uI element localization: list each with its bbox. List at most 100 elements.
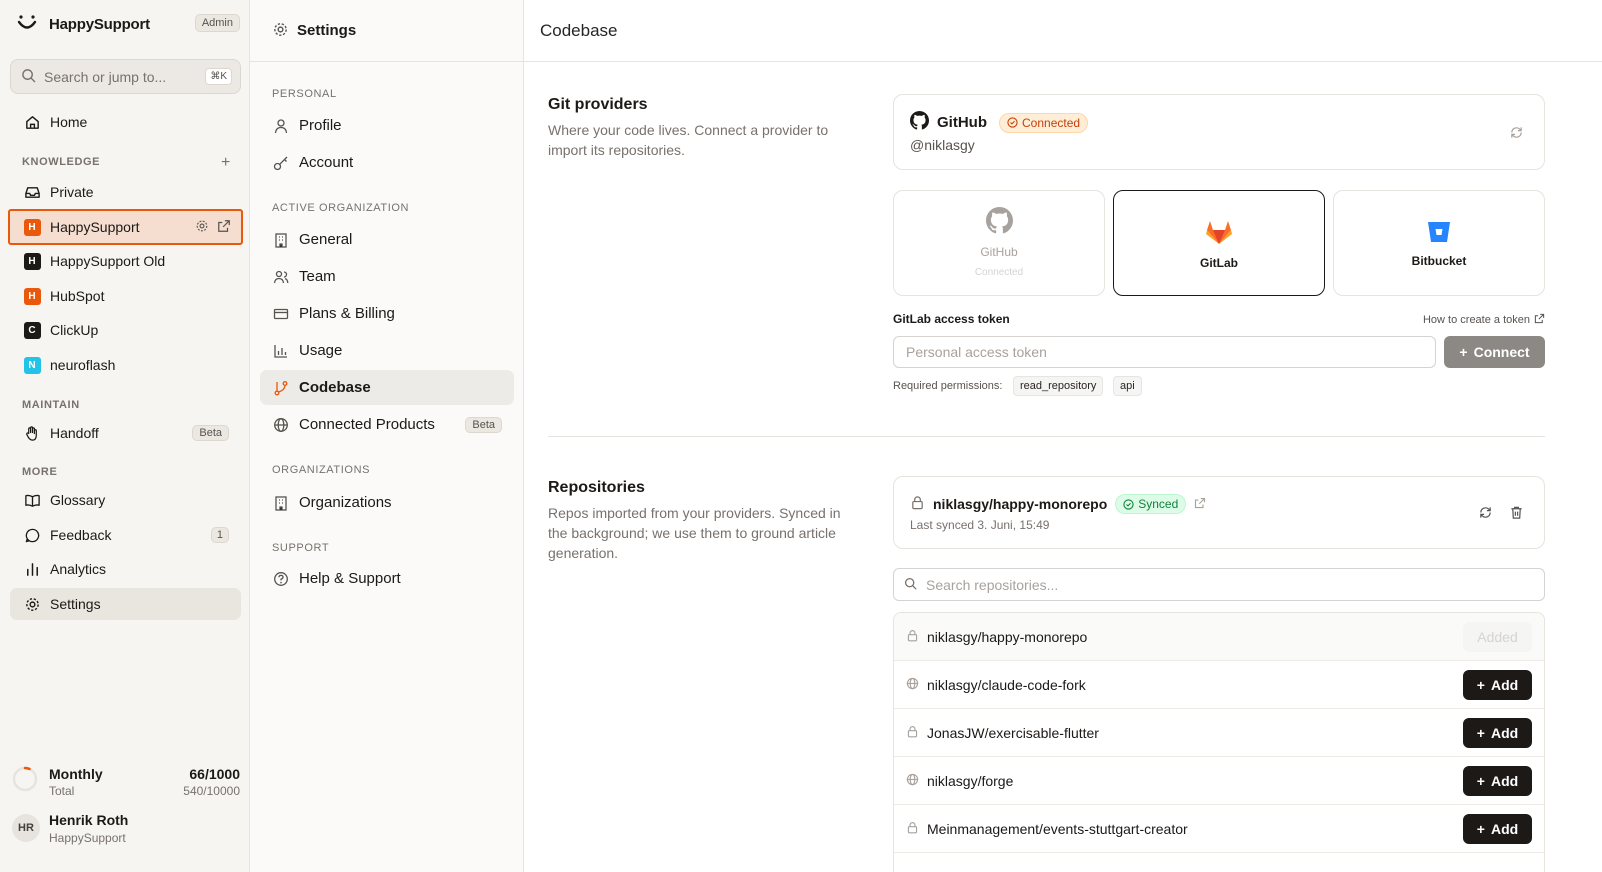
- more-label: MORE: [22, 466, 58, 478]
- usage-value: 66/1000: [189, 766, 240, 782]
- nav-feedback-label: Feedback: [50, 527, 112, 543]
- settings-item-account[interactable]: Account: [260, 145, 514, 180]
- kb-initial-icon: H: [23, 218, 41, 236]
- kb-neuroflash[interactable]: N neuroflash: [10, 349, 241, 381]
- repositories-title: Repositories: [548, 479, 645, 496]
- token-input[interactable]: Personal access token: [893, 336, 1436, 368]
- kb-initial-icon: H: [23, 252, 41, 270]
- refresh-icon[interactable]: [1478, 505, 1493, 523]
- settings-item-team[interactable]: Team: [260, 259, 514, 294]
- help-circle-icon: [272, 570, 290, 588]
- connected-status-label: Connected: [1022, 115, 1081, 130]
- lock-icon: [910, 495, 925, 513]
- kb-initial-icon: N: [23, 356, 41, 374]
- bitbucket-icon: [1427, 221, 1451, 246]
- user-menu[interactable]: HR Henrik Roth HappySupport: [12, 811, 240, 847]
- add-knowledge-plus-icon[interactable]: +: [221, 155, 230, 171]
- kb-happysupport-old[interactable]: H HappySupport Old: [10, 245, 241, 277]
- nav-settings[interactable]: Settings: [10, 588, 241, 620]
- token-help-link-label: How to create a token: [1422, 314, 1530, 326]
- external-link-icon[interactable]: [217, 219, 231, 236]
- add-repo-button[interactable]: + Add: [1463, 813, 1532, 844]
- repo-search-placeholder: Search repositories...: [926, 576, 1059, 593]
- main-content: Codebase Git providers Where your code l…: [524, 0, 1602, 872]
- settings-item-connected-products[interactable]: Connected Products Beta: [260, 407, 514, 442]
- settings-item-general[interactable]: General: [260, 222, 514, 257]
- provider-bitbucket[interactable]: Bitbucket: [1333, 190, 1545, 296]
- settings-item-label: Usage: [299, 342, 343, 359]
- nav-glossary[interactable]: Glossary: [10, 484, 241, 516]
- building-icon: [272, 494, 290, 512]
- kb-happysupport[interactable]: H HappySupport: [8, 209, 243, 245]
- add-repo-button[interactable]: + Add: [1463, 765, 1532, 796]
- repo-name: niklasgy/happy-monorepo: [927, 628, 1088, 645]
- kb-clickup[interactable]: C ClickUp: [10, 314, 241, 346]
- provider-github: GitHub Connected: [893, 190, 1105, 296]
- settings-item-label: Codebase: [299, 379, 371, 396]
- role-badge: Admin: [194, 14, 240, 32]
- support-label: SUPPORT: [272, 542, 330, 554]
- repo-search-input[interactable]: Search repositories...: [893, 568, 1545, 601]
- add-repo-button[interactable]: + Add: [1463, 717, 1532, 748]
- usage-title: Monthly: [49, 766, 103, 782]
- github-icon: [985, 207, 1013, 237]
- inbox-icon: [22, 182, 42, 202]
- nav-handoff[interactable]: Handoff Beta: [10, 417, 241, 449]
- gear-icon: [22, 594, 42, 614]
- lock-icon: [906, 629, 919, 645]
- book-icon: [22, 490, 42, 510]
- kb-label: HubSpot: [50, 288, 105, 304]
- provider-label: Bitbucket: [1411, 254, 1467, 268]
- connected-provider-name: GitHub: [937, 114, 987, 131]
- beta-badge: Beta: [192, 425, 229, 441]
- settings-item-usage[interactable]: Usage: [260, 333, 514, 368]
- token-help-link[interactable]: How to create a token: [1423, 313, 1545, 327]
- credit-card-icon: [272, 305, 290, 323]
- add-repo-label: Add: [1490, 724, 1519, 741]
- settings-item-help[interactable]: Help & Support: [260, 561, 514, 596]
- usage-subtitle: Total: [49, 784, 75, 798]
- trash-icon[interactable]: [1509, 505, 1524, 523]
- app-name: HappySupport: [49, 15, 150, 33]
- nav-private-label: Private: [50, 184, 94, 200]
- settings-item-label: General: [299, 231, 353, 248]
- nav-home[interactable]: Home: [10, 106, 241, 138]
- repo-name: niklasgy/claude-code-fork: [927, 676, 1086, 693]
- kb-hubspot[interactable]: H HubSpot: [10, 280, 241, 312]
- settings-item-codebase[interactable]: Codebase: [260, 370, 514, 405]
- connect-button[interactable]: + Connect: [1444, 336, 1545, 368]
- list-item: JonasJW/exercisable-flutter + Add: [894, 709, 1544, 757]
- search-icon: [904, 577, 917, 593]
- feedback-count-badge: 1: [210, 527, 229, 543]
- settings-header: Settings: [250, 0, 523, 62]
- search-box[interactable]: Search or jump to... ⌘K: [10, 59, 241, 94]
- usage-total: 540/10000: [183, 784, 240, 798]
- beta-badge: Beta: [465, 416, 502, 433]
- settings-nav: Settings PERSONAL Profile Account ACTIVE…: [250, 0, 524, 872]
- gear-icon[interactable]: [195, 219, 209, 236]
- external-link-icon[interactable]: [1194, 496, 1206, 512]
- settings-item-label: Help & Support: [299, 570, 401, 587]
- provider-gitlab[interactable]: GitLab: [1113, 190, 1325, 296]
- smile-logo-icon: [16, 13, 40, 35]
- lock-icon: [906, 725, 919, 741]
- permissions-label: Required permissions:: [893, 380, 1003, 392]
- nav-analytics[interactable]: Analytics: [10, 553, 241, 585]
- connect-button-label: Connect: [1473, 344, 1530, 360]
- last-synced: Last synced 3. Juni, 15:49: [910, 518, 1050, 532]
- settings-item-plans[interactable]: Plans & Billing: [260, 296, 514, 331]
- nav-glossary-label: Glossary: [50, 492, 106, 508]
- user-name: Henrik Roth: [49, 812, 129, 828]
- nav-feedback[interactable]: Feedback 1: [10, 519, 241, 551]
- settings-item-profile[interactable]: Profile: [260, 108, 514, 143]
- repo-list: niklasgy/happy-monorepo Added niklasgy/c…: [893, 612, 1545, 872]
- kb-initial-icon: C: [23, 321, 41, 339]
- add-repo-button[interactable]: + Add: [1463, 669, 1532, 700]
- settings-item-organizations[interactable]: Organizations: [260, 485, 514, 520]
- git-providers-title: Git providers: [548, 96, 648, 113]
- reconnect-icon[interactable]: [1509, 125, 1524, 143]
- nav-private[interactable]: Private: [10, 176, 241, 208]
- synced-repo-name: niklasgy/happy-monorepo: [933, 496, 1108, 512]
- user-org: HappySupport: [49, 831, 126, 845]
- github-icon: [910, 111, 929, 134]
